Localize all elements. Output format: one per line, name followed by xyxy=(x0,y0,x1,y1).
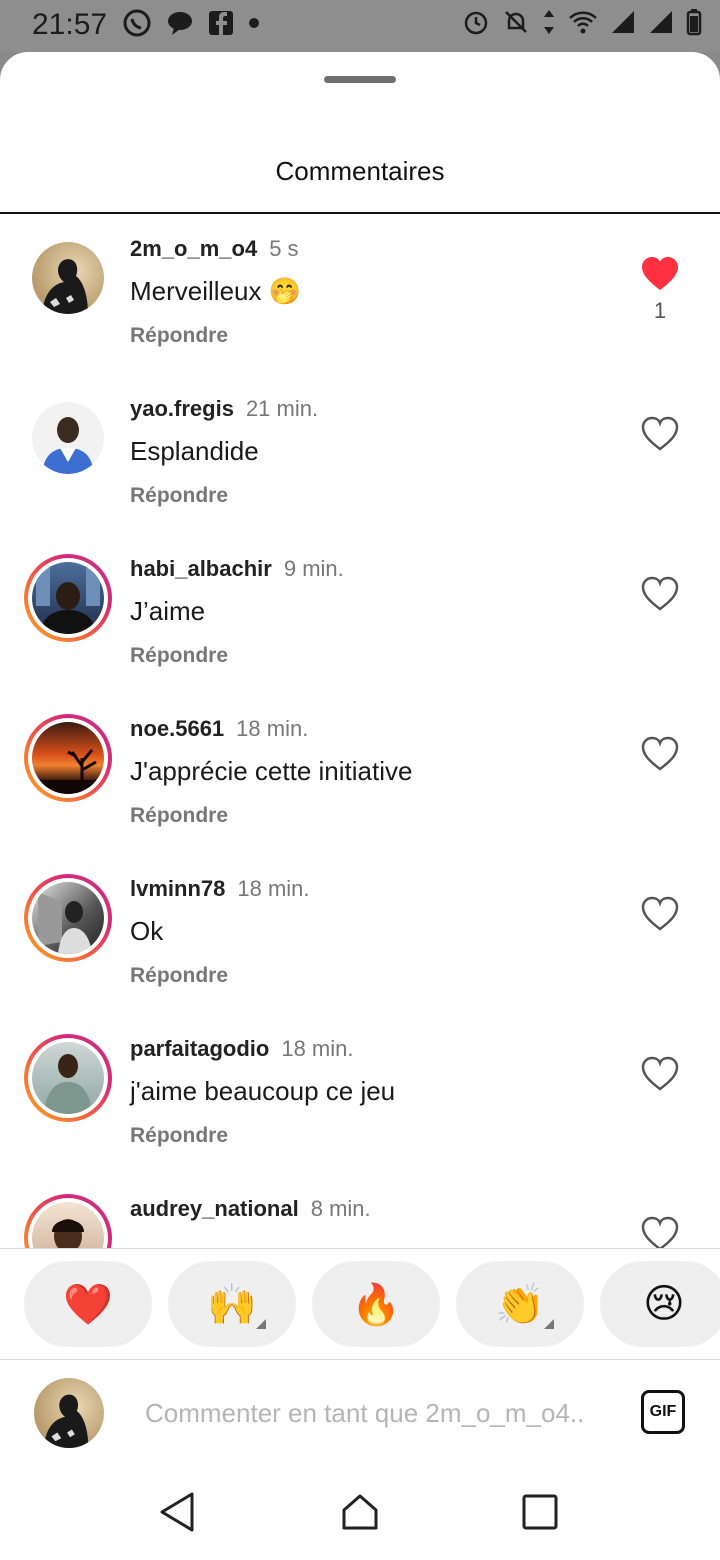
person-photo-icon xyxy=(38,892,92,954)
chat-bubble-icon xyxy=(168,12,192,35)
heart-outline-icon[interactable] xyxy=(640,894,680,934)
reaction-clap-button[interactable]: 👏 xyxy=(456,1261,584,1347)
comment-username[interactable]: audrey_national 8 min. xyxy=(130,1196,371,1222)
home-icon[interactable] xyxy=(338,1490,382,1534)
avatar[interactable] xyxy=(24,554,112,642)
comment-text: J’aime xyxy=(130,596,206,626)
heart-emoji-icon: ❤️ xyxy=(63,1282,113,1327)
reply-button[interactable]: Répondre xyxy=(130,804,228,828)
comment-item: parfaitagodio 18 min. j'aime beaucoup ce … xyxy=(0,1014,720,1174)
comment-username[interactable]: yao.fregis 21 min. xyxy=(130,396,318,422)
status-time: 21:57 xyxy=(32,8,108,41)
bell-off-icon xyxy=(505,11,527,33)
whatsapp-icon xyxy=(123,9,151,37)
comment-list[interactable]: 2m_o_m_o4 5 s Merveilleux 🤭 Répondre 1 ya… xyxy=(0,214,720,1248)
gif-button[interactable]: GIF xyxy=(641,1390,685,1434)
person-photo-icon xyxy=(42,259,88,314)
comment-text: Esplandide xyxy=(130,436,259,466)
back-triangle-icon[interactable] xyxy=(156,1490,200,1534)
comment-time: 8 min. xyxy=(310,1196,371,1221)
comment-username[interactable]: lvminn78 18 min. xyxy=(130,876,310,902)
signal-icon xyxy=(650,11,672,33)
person-photo-icon xyxy=(44,1054,92,1114)
avatar[interactable] xyxy=(24,394,112,482)
quick-reactions-bar: ❤️ 🙌 🔥 👏 😢 xyxy=(0,1248,720,1360)
comment-item: habi_albachir 9 min. J’aime Répondre xyxy=(0,534,720,694)
wifi-icon xyxy=(569,11,597,34)
heart-outline-icon[interactable] xyxy=(640,414,680,454)
heart-outline-icon[interactable] xyxy=(640,1054,680,1094)
heart-outline-icon[interactable] xyxy=(640,574,680,614)
comment-item: noe.5661 18 min. J'apprécie cette initiat… xyxy=(0,694,720,854)
comment-time: 9 min. xyxy=(283,556,344,581)
battery-icon xyxy=(686,9,702,36)
comment-text: Merveilleux 🤭 xyxy=(130,276,302,306)
current-user-avatar xyxy=(34,1378,104,1448)
heart-filled-icon[interactable] xyxy=(640,254,680,294)
status-bar: 21:57 xyxy=(0,0,720,52)
alarm-icon xyxy=(464,11,488,35)
comment-time: 21 min. xyxy=(245,396,319,421)
recents-square-icon[interactable] xyxy=(518,1490,562,1534)
like-count: 1 xyxy=(653,298,667,323)
comment-username[interactable]: habi_albachir 9 min. xyxy=(130,556,344,582)
drag-handle[interactable] xyxy=(324,76,396,83)
heart-outline-icon[interactable] xyxy=(640,1214,680,1248)
signal-icon xyxy=(612,11,634,33)
comment-input-row: Commenter en tant que 2m_o_m_o4.. GIF xyxy=(0,1360,720,1470)
person-photo-icon xyxy=(43,1394,89,1448)
comment-time: 18 min. xyxy=(281,1036,354,1061)
avatar[interactable] xyxy=(24,234,112,322)
crying-face-emoji-icon: 😢 xyxy=(643,1282,685,1326)
system-nav-bar xyxy=(0,1470,720,1560)
comment-item: audrey_national 8 min. xyxy=(0,1174,720,1248)
dot-icon xyxy=(249,18,259,28)
sunset-tree-icon xyxy=(32,749,104,794)
avatar[interactable] xyxy=(24,1194,112,1248)
skin-tone-indicator-icon xyxy=(544,1319,554,1329)
comment-username[interactable]: 2m_o_m_o4 5 s xyxy=(130,236,299,262)
reply-button[interactable]: Répondre xyxy=(130,324,228,348)
reaction-crying-button[interactable]: 😢 xyxy=(600,1261,720,1347)
comment-username[interactable]: parfaitagodio 18 min. xyxy=(130,1036,354,1062)
reply-button[interactable]: Répondre xyxy=(130,964,228,988)
reply-button[interactable]: Répondre xyxy=(130,644,228,668)
comments-sheet: Commentaires 2m_o_m_o4 5 s Merveilleux 🤭 … xyxy=(0,52,720,1560)
comment-text: j'aime beaucoup ce jeu xyxy=(130,1076,396,1106)
reply-button[interactable]: Répondre xyxy=(130,484,228,508)
comment-item: 2m_o_m_o4 5 s Merveilleux 🤭 Répondre 1 xyxy=(0,214,720,374)
comment-item: yao.fregis 21 min. Esplandide Répondre xyxy=(0,374,720,534)
comment-item: lvminn78 18 min. Ok Répondre xyxy=(0,854,720,1014)
reaction-fire-button[interactable]: 🔥 xyxy=(312,1261,440,1347)
person-photo-icon xyxy=(36,566,100,634)
reaction-heart-button[interactable]: ❤️ xyxy=(24,1261,152,1347)
comment-username[interactable]: noe.5661 18 min. xyxy=(130,716,308,742)
data-arrows-icon xyxy=(544,10,554,34)
avatar[interactable] xyxy=(24,1034,112,1122)
fire-emoji-icon: 🔥 xyxy=(351,1282,401,1327)
avatar[interactable] xyxy=(24,874,112,962)
comment-text: Ok xyxy=(130,916,164,946)
reaction-raised-hands-button[interactable]: 🙌 xyxy=(168,1261,296,1347)
facebook-icon xyxy=(209,11,233,35)
heart-outline-icon[interactable] xyxy=(640,734,680,774)
comment-time: 18 min. xyxy=(237,876,310,901)
comment-time: 5 s xyxy=(269,236,299,261)
avatar[interactable] xyxy=(24,714,112,802)
system-icons xyxy=(462,8,702,36)
reply-button[interactable]: Répondre xyxy=(130,1124,228,1148)
comment-text: J'apprécie cette initiative xyxy=(130,756,413,786)
person-photo-icon xyxy=(42,417,94,474)
comment-time: 18 min. xyxy=(236,716,309,741)
raised-hands-emoji-icon: 🙌 xyxy=(207,1282,257,1327)
sheet-title: Commentaires xyxy=(275,156,445,186)
clap-emoji-icon: 👏 xyxy=(495,1282,545,1327)
notification-icons xyxy=(122,8,260,38)
skin-tone-indicator-icon xyxy=(256,1319,266,1329)
comment-input[interactable]: Commenter en tant que 2m_o_m_o4.. xyxy=(145,1398,584,1429)
